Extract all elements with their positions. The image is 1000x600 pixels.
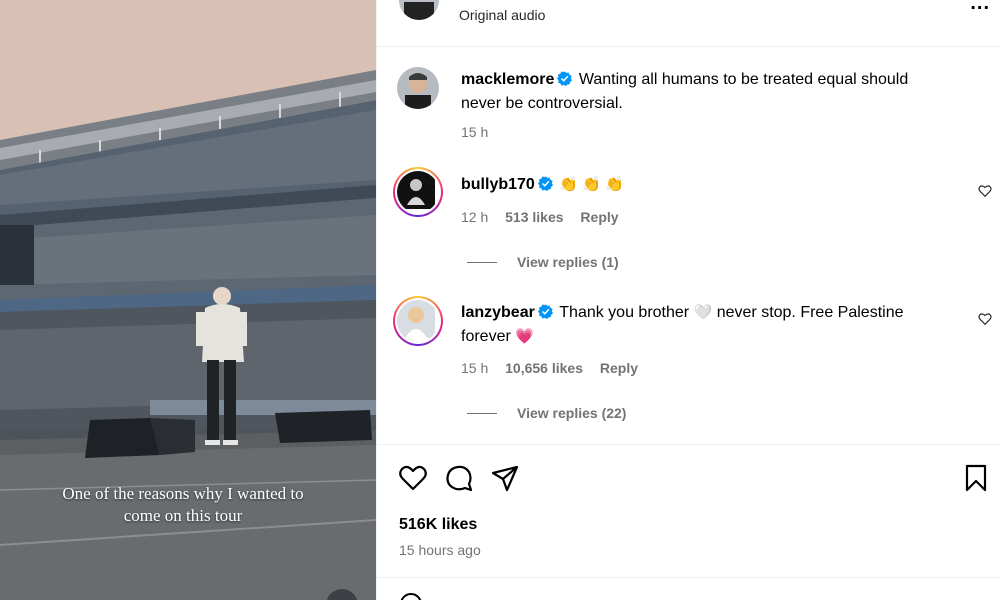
heart-icon[interactable] [397,462,429,494]
share-icon[interactable] [489,462,521,494]
verified-icon [537,304,553,319]
clap-emojis: 👏 👏 👏 [559,176,624,193]
author-avatar-header[interactable] [399,0,439,20]
comment-text-part-3: forever [461,328,511,345]
commenter-avatar [397,171,439,213]
view-replies-label: View replies (22) [517,405,627,421]
actions-divider [377,444,1000,445]
commenter-username[interactable]: bullyb170 [461,176,535,193]
author-avatar[interactable] [397,67,439,109]
comment-like-heart-icon[interactable] [978,184,992,198]
comment-text-part-2: never stop. Free Palestine [716,304,904,321]
comment-time: 12 h [461,209,489,225]
reply-button[interactable]: Reply [600,360,638,376]
footer-divider [377,577,1000,578]
post-media[interactable]: One of the reasons why I wanted to come … [0,0,376,600]
caption-line-1: One of the reasons why I wanted to [62,484,304,503]
comment-bullyb170: bullyb170 👏 👏 👏 [461,173,971,197]
comments-panel: Original audio ... macklemore Wanting al… [376,0,1000,600]
heart-emoji: 💗 [515,328,534,345]
comment-text-part-1: Thank you brother [559,304,690,321]
bookmark-icon[interactable] [960,462,992,494]
author-username[interactable]: macklemore [461,71,554,88]
commenter-avatar [397,300,439,342]
white-heart-emoji: 🤍 [693,304,713,321]
original-audio-link[interactable]: Original audio [459,7,545,23]
video-caption: One of the reasons why I wanted to come … [0,483,366,527]
commenter-username[interactable]: lanzybear [461,304,535,321]
reply-button[interactable]: Reply [580,209,618,225]
header-divider [377,46,1000,47]
comment-time: 15 h [461,360,489,376]
view-replies-button[interactable]: View replies (1) [467,254,619,270]
verified-icon [537,176,553,191]
action-bar [397,462,521,494]
story-ring[interactable] [393,296,443,346]
comment-icon[interactable] [443,462,475,494]
comment-lanzybear: lanzybear Thank you brother 🤍 never stop… [461,301,971,349]
emoji-icon[interactable] [399,592,423,600]
post-time-ago: 15 hours ago [399,542,481,558]
replies-line [467,261,497,263]
more-icon[interactable]: ... [970,0,990,15]
verified-icon [557,71,573,86]
comment-likes[interactable]: 513 likes [505,209,563,225]
post-caption-line-2: never be controversial. [461,95,623,112]
story-ring[interactable] [393,167,443,217]
comment-likes[interactable]: 10,656 likes [505,360,583,376]
post-meta: 15 h [461,124,501,140]
post-caption: macklemore Wanting all humans to be trea… [461,68,971,116]
view-replies-label: View replies (1) [517,254,619,270]
post-time: 15 h [461,124,489,140]
comment-like-heart-icon[interactable] [978,312,992,326]
replies-line [467,412,497,414]
comment-meta: 15 h 10,656 likes Reply [461,360,651,376]
comment-meta: 12 h 513 likes Reply [461,209,632,225]
post-caption-line-1: Wanting all humans to be treated equal s… [578,71,909,88]
view-replies-button[interactable]: View replies (22) [467,405,626,421]
post-likes-count[interactable]: 516K likes [399,516,477,534]
caption-line-2: come on this tour [123,506,243,525]
